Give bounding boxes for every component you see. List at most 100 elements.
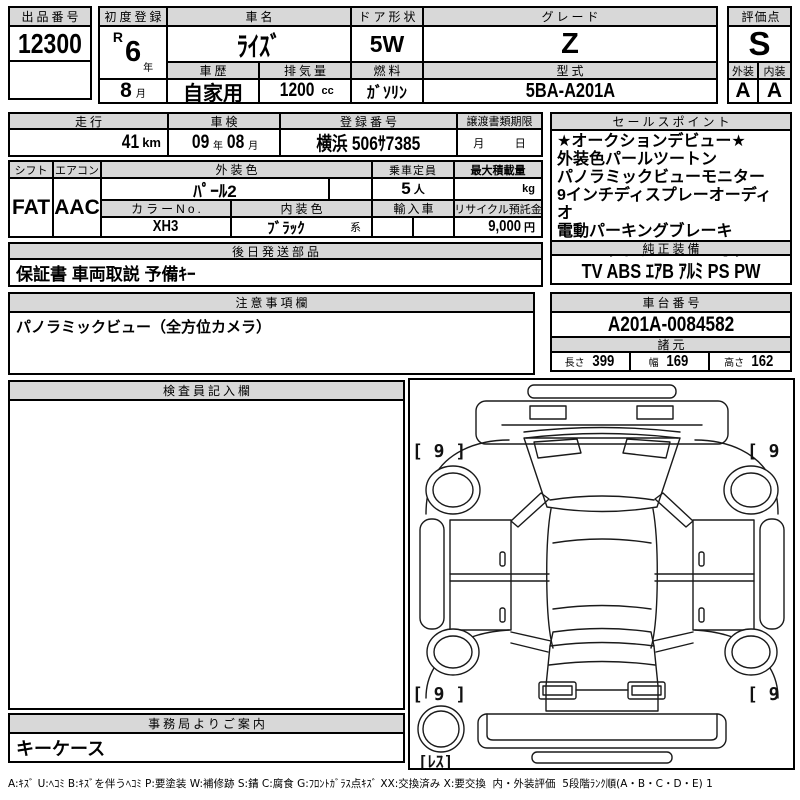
notes-header: 注意事項欄 — [10, 294, 533, 313]
rear-lower-strip — [532, 752, 672, 763]
lot-number-header: 出品番号 — [10, 8, 90, 27]
recycle-value-cell: 9,000 円 — [455, 218, 541, 236]
chassis-value: A201A-0084582 — [552, 313, 790, 338]
capacity-value-cell: 5 人 — [373, 179, 455, 201]
cowl-arcs — [524, 428, 680, 439]
car-name-header: 車名 — [168, 8, 352, 27]
windshield-base-arc — [550, 496, 654, 500]
taillight-left — [539, 682, 576, 699]
shift-header: シフト — [10, 162, 54, 179]
roof-rear-arc — [553, 606, 651, 610]
spec-height-cell: 高さ 162 — [710, 353, 790, 370]
fuel-value: ｶﾞｿﾘﾝ — [352, 80, 424, 102]
auction-sheet: 出品番号 12300 初度登録 R 6 年 8 月 車名 ﾗｲｽﾞ 車歴 自家用… — [0, 0, 800, 800]
inspector-box: 検査員記入欄 — [8, 380, 405, 710]
sales-point-line: パノラミックビューモニター — [557, 169, 785, 187]
sales-point-line: 外装色パールツートン — [557, 151, 785, 169]
shift-value: FAT — [10, 179, 54, 236]
rear-bumper — [478, 714, 726, 748]
exterior-color-value: ﾊﾟｰﾙ2 — [102, 179, 330, 201]
side-panel-left — [420, 440, 551, 698]
car-diagram-box: [ 9 ] [ 9 ] [ 9 ] [ 9 ] [ﾚｽ] — [408, 378, 795, 770]
tire-mark-rear-right: [ 9 ] — [747, 684, 793, 705]
capacity-value: 5 — [401, 179, 410, 199]
first-registration-header: 初度登録 — [100, 8, 168, 27]
color-no-header: カラーNo. — [102, 201, 232, 218]
recycle-header: リサイクル預託金 — [455, 201, 541, 218]
door-shape-value: 5W — [352, 27, 424, 63]
rear-window — [550, 629, 654, 647]
inspection-year-unit: 年 — [213, 137, 223, 152]
plate-value: 横浜 506ｻ7385 — [281, 130, 458, 155]
aircon-header: エアコン — [54, 162, 102, 179]
transfer-docs-header: 譲渡書類期限 — [458, 114, 541, 130]
max-load-unit: kg — [522, 183, 535, 195]
wiper-left — [534, 439, 581, 458]
capacity-header: 乗車定員 — [373, 162, 455, 179]
spare-tire-inner — [423, 711, 459, 747]
inspection-month: 08 — [227, 132, 244, 154]
interior-color-value: ﾌﾞﾗｯｸ — [232, 218, 340, 236]
notes-box: 注意事項欄 パノラミックビュー（全方位カメラ） — [8, 292, 535, 375]
mileage-value-cell: 41 km — [10, 130, 169, 155]
import-car-cell-2 — [414, 218, 455, 236]
sales-points-list: ★オークションデビュー★ 外装色パールツートン パノラミックビューモニター 9イ… — [552, 131, 790, 240]
inspection-year: 09 — [192, 132, 209, 154]
exterior-value: A — [729, 80, 759, 102]
first-registration-year-cell: R 6 年 — [100, 27, 168, 80]
fuel-header: 燃料 — [352, 63, 424, 80]
height-value: 162 — [752, 353, 774, 370]
sales-points-header: セールスポイント — [552, 114, 790, 131]
lot-number-empty-cell — [10, 62, 90, 98]
grade-value: Z — [424, 27, 716, 63]
car-diagram: [ 9 ] [ 9 ] [ 9 ] [ 9 ] [ﾚｽ] — [410, 380, 793, 768]
displacement-unit: cc — [322, 85, 334, 97]
score-value: S — [729, 27, 790, 63]
mileage-unit: km — [142, 135, 161, 150]
interior-color-suffix: 系 — [340, 218, 373, 236]
score-header: 評価点 — [729, 8, 790, 27]
spec-length-cell: 長さ 399 — [552, 353, 631, 370]
sales-points-box: セールスポイント ★オークションデビュー★ 外装色パールツートン パノラミックビ… — [550, 112, 792, 285]
chassis-header: 車台番号 — [552, 294, 790, 313]
inspection-month-unit: 月 — [248, 137, 258, 152]
grade-header: グレード — [424, 8, 716, 27]
taillight-right-inner — [632, 686, 661, 695]
door-panels — [450, 520, 511, 630]
first-registration-month: 8 — [120, 80, 132, 102]
transfer-day-unit: 日 — [515, 135, 526, 151]
taillight-left-inner — [543, 686, 572, 695]
front-upper-grille — [528, 385, 676, 398]
rear-bumper-inner — [487, 714, 717, 740]
recycle-unit: 円 — [524, 219, 535, 235]
trunk-arc — [549, 662, 655, 666]
interior-color-header: 内装色 — [232, 201, 373, 218]
width-value: 169 — [666, 353, 688, 370]
inspection-header: 車検 — [169, 114, 281, 130]
side-panel-right — [653, 440, 784, 698]
interior-header: 内装 — [759, 63, 790, 80]
equipment-header: 純正装備 — [552, 240, 790, 256]
specs-header: 諸元 — [552, 338, 790, 353]
width-label: 幅 — [649, 354, 659, 369]
tire-mark-rear-left: [ 9 ] — [412, 684, 466, 705]
transfer-docs-value-cell: 月 日 — [458, 130, 541, 155]
displacement-header: 排気量 — [260, 63, 352, 80]
roof-edge-left — [547, 509, 553, 648]
later-parts-value: 保証書 車両取説 予備ｷｰ — [10, 260, 541, 285]
sales-point-line: ★オークションデビュー★ — [557, 133, 785, 151]
first-registration-month-cell: 8 月 — [100, 80, 168, 102]
roof-edge-right — [651, 509, 657, 648]
max-load-value-cell: kg — [455, 179, 541, 201]
exterior-color-extra-cell — [330, 179, 373, 201]
inspector-header: 検査員記入欄 — [10, 382, 403, 401]
model-code-value: 5BA-A201A — [424, 80, 716, 102]
trunk-sides — [546, 646, 658, 686]
recycle-value: 9,000 — [488, 218, 521, 236]
office-header: 事務局よりご案内 — [10, 715, 403, 734]
plate-header: 登録番号 — [281, 114, 458, 130]
rocker-panel — [420, 519, 444, 629]
exterior-header: 外装 — [729, 63, 759, 80]
car-name-value: ﾗｲｽﾞ — [168, 27, 352, 63]
model-code-header: 型式 — [424, 63, 716, 80]
